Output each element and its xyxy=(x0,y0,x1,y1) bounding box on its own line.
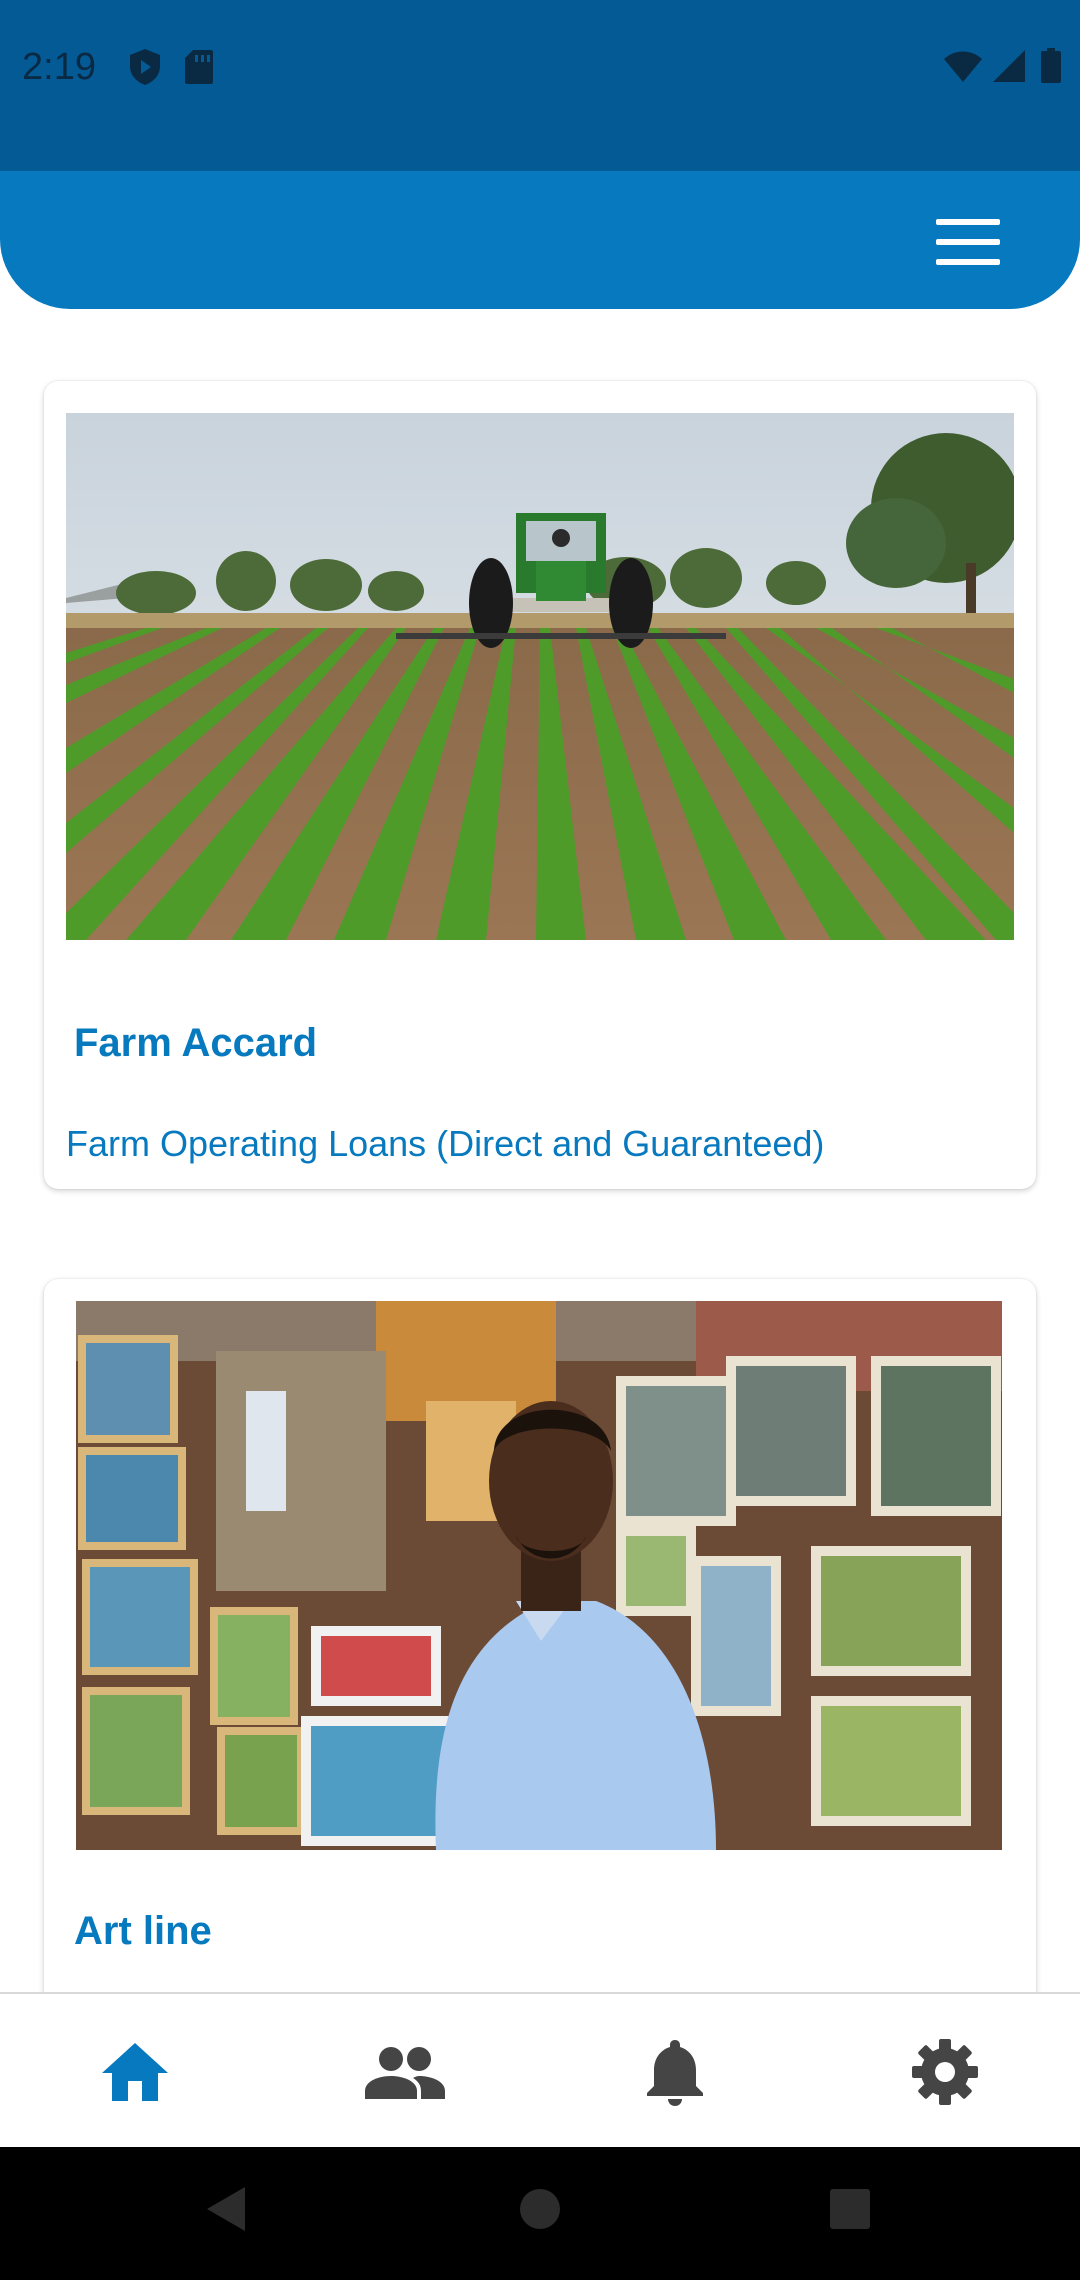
status-bar: 2:19 xyxy=(0,0,1080,171)
card-title: Farm Accard xyxy=(74,1021,318,1065)
card-subtitle: Farm Operating Loans (Direct and Guarant… xyxy=(66,1123,825,1164)
status-right-icons xyxy=(943,48,1062,84)
feed-list[interactable]: Farm Accard Farm Operating Loans (Direct… xyxy=(0,309,1080,1992)
nav-notifications[interactable] xyxy=(540,1994,810,2149)
card-title: Art line xyxy=(74,1909,212,1953)
card-farm-accard[interactable]: Farm Accard Farm Operating Loans (Direct… xyxy=(44,381,1036,1189)
bottom-nav xyxy=(0,1992,1080,2149)
battery-icon xyxy=(1041,48,1061,83)
status-left-icons xyxy=(128,48,214,86)
hamburger-menu-icon[interactable] xyxy=(936,219,1000,265)
farm-tractor-field-photo xyxy=(66,413,1014,940)
nav-people[interactable] xyxy=(270,1994,540,2149)
app-header xyxy=(0,171,1080,309)
nav-settings[interactable] xyxy=(810,1994,1080,2149)
sd-card-icon xyxy=(185,50,214,84)
nav-home[interactable] xyxy=(0,1994,270,2149)
people-icon xyxy=(365,2046,445,2099)
wifi-icon xyxy=(944,51,983,82)
recents-icon[interactable] xyxy=(828,2185,872,2238)
card-art-line[interactable]: Art line xyxy=(44,1279,1036,1992)
home-icon xyxy=(102,2042,168,2101)
home-circle-icon[interactable] xyxy=(518,2185,562,2238)
bell-icon xyxy=(647,2039,703,2106)
back-icon[interactable] xyxy=(205,2185,247,2238)
status-time: 2:19 xyxy=(22,46,96,88)
artist-gallery-photo xyxy=(76,1301,1002,1850)
gear-icon xyxy=(912,2038,978,2105)
system-nav-bar xyxy=(0,2147,1080,2280)
shield-icon xyxy=(130,49,160,85)
signal-icon xyxy=(992,50,1025,82)
